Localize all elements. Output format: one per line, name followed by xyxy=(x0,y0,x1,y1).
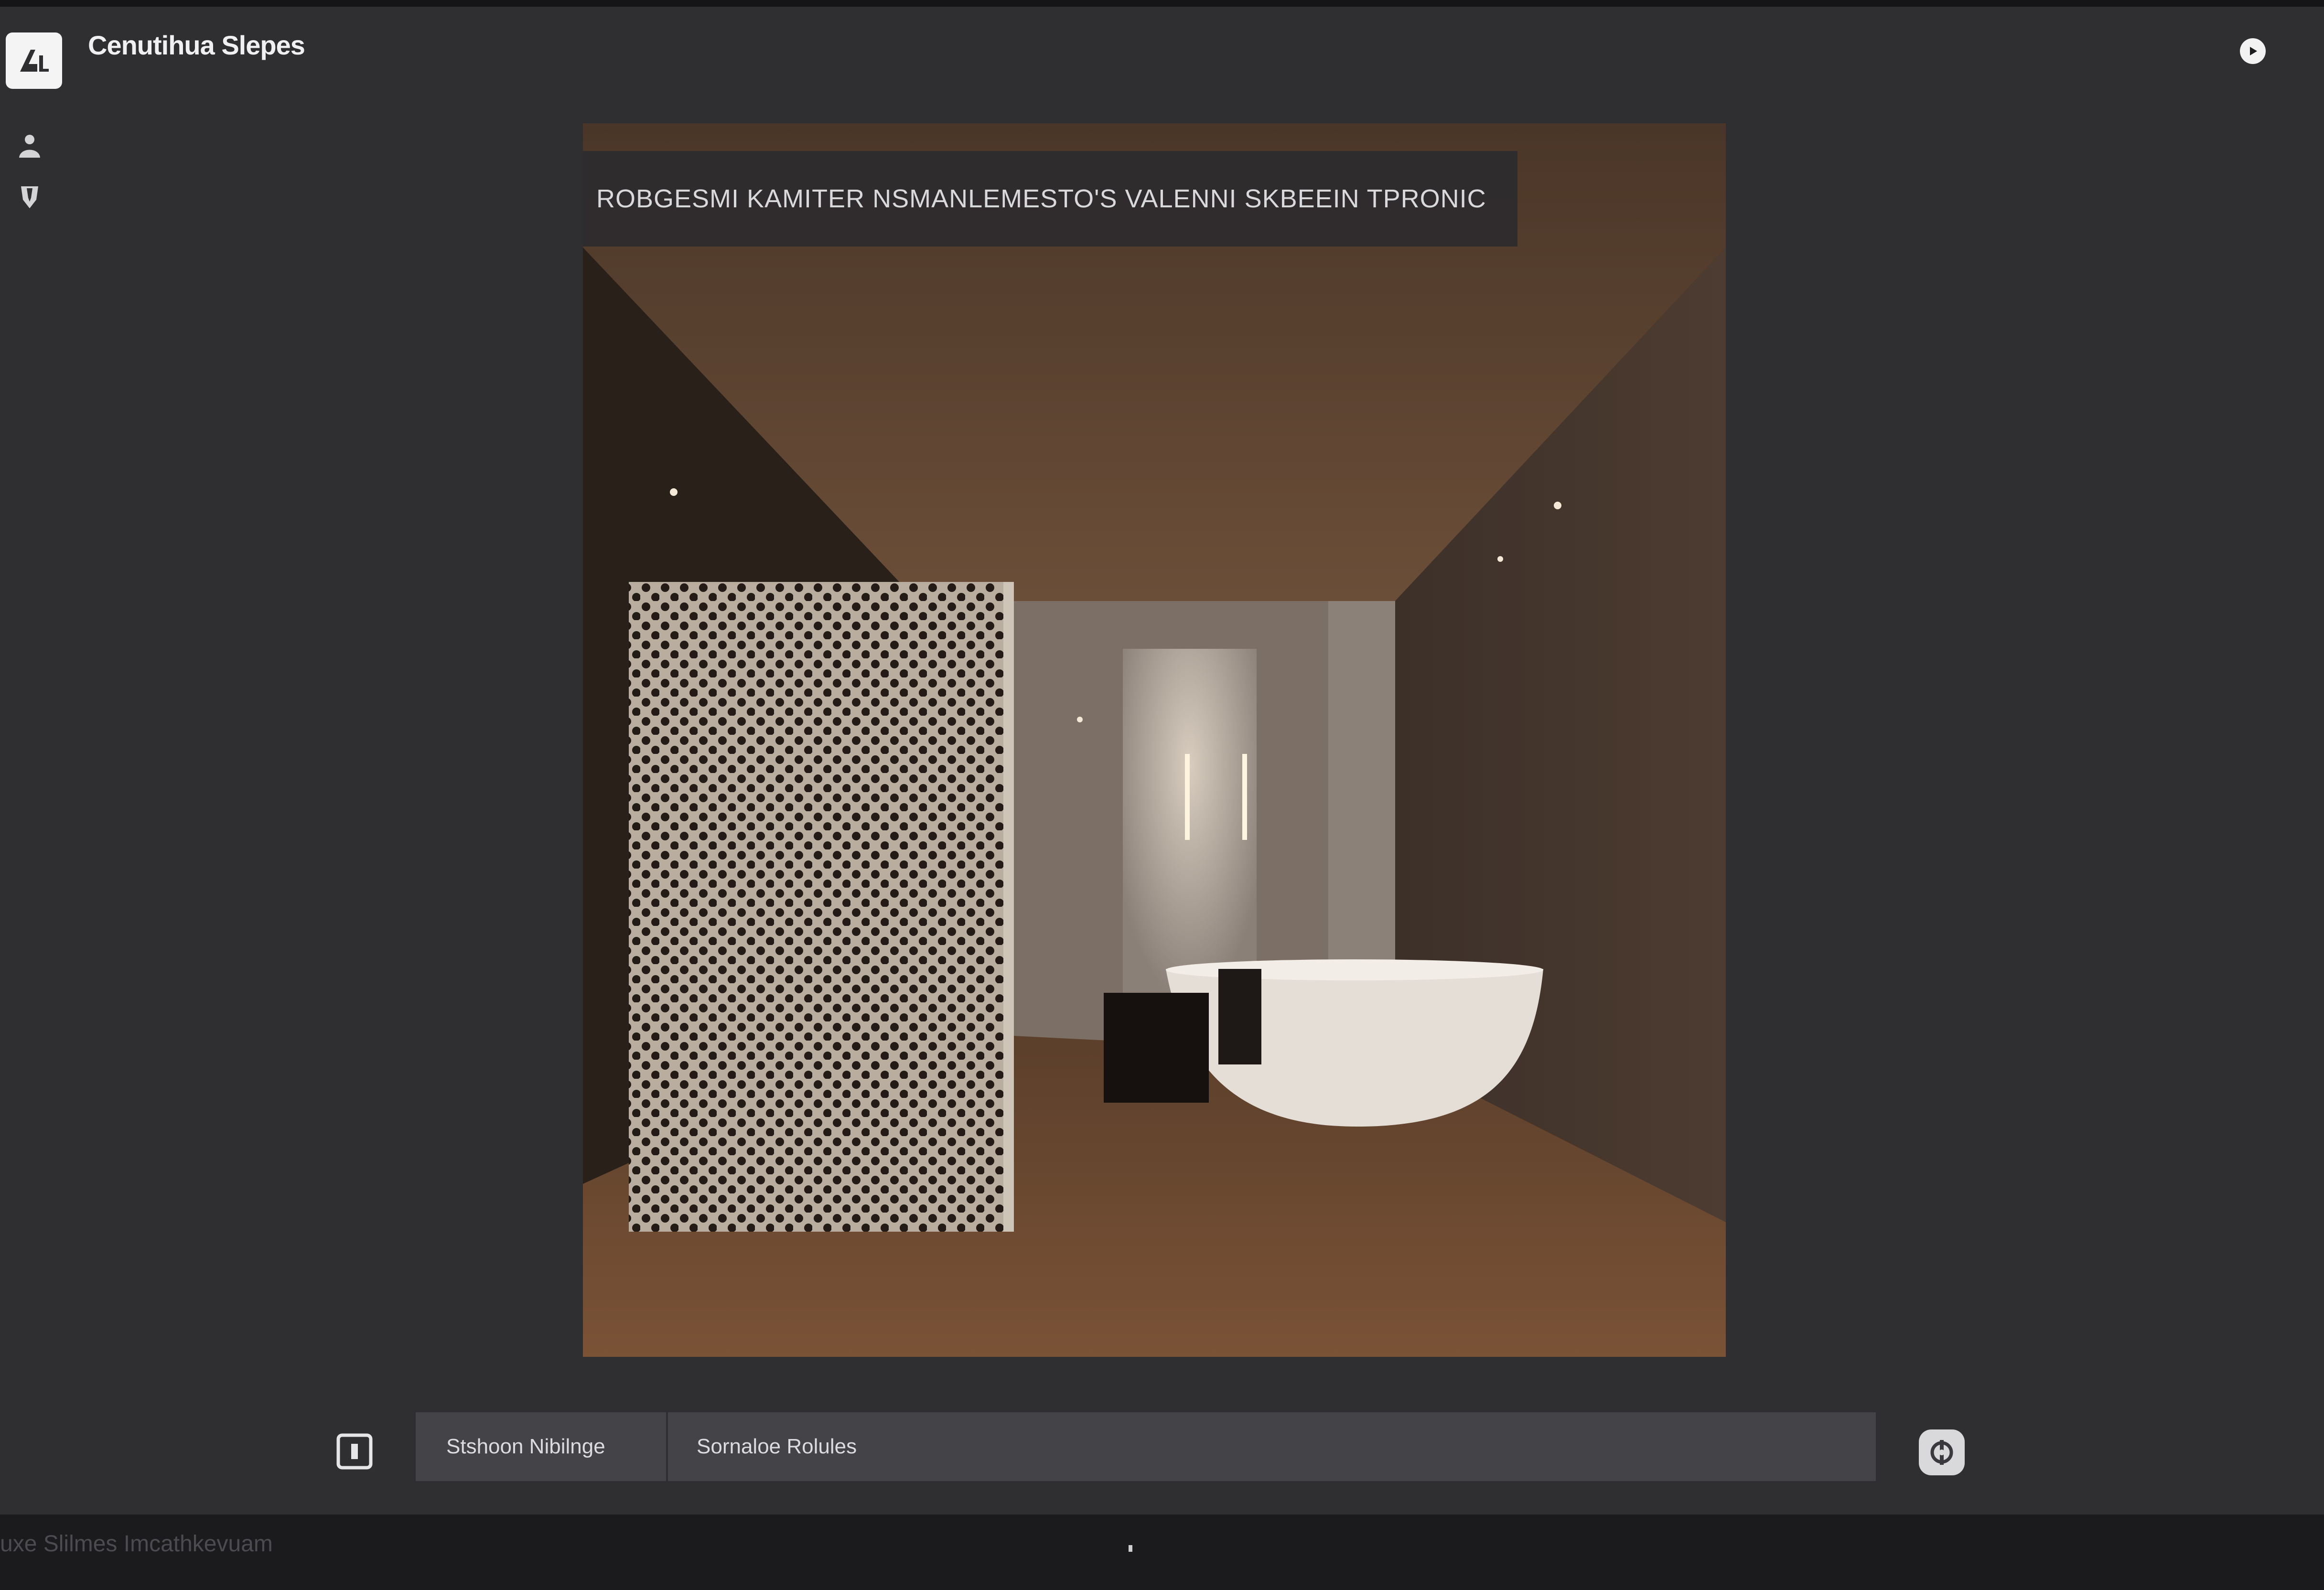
bottom-field-row: Stshoon Nibilnge Sornaloe Rolules xyxy=(416,1412,1876,1481)
app-logo-icon[interactable] xyxy=(6,32,62,89)
banner-text: ROBGESMI KAMITER NSMANLEMESTO'S VALENNI … xyxy=(596,184,1486,213)
secondary-field[interactable]: Sornaloe Rolules xyxy=(668,1412,1876,1481)
status-text: uxe Slilmes Imcathkevuam xyxy=(0,1531,273,1557)
primary-field[interactable]: Stshoon Nibilnge xyxy=(416,1412,668,1481)
shield-icon[interactable] xyxy=(14,182,45,212)
app-title: Cenutihua Slepes xyxy=(88,30,305,60)
image-caption-banner: ROBGESMI KAMITER NSMANLEMESTO'S VALENNI … xyxy=(583,151,1517,247)
cursor-icon xyxy=(1129,1545,1132,1552)
status-bar: uxe Slilmes Imcathkevuam xyxy=(0,1515,2324,1590)
settings-icon[interactable] xyxy=(1919,1429,1965,1475)
window-top-edge xyxy=(0,0,2324,7)
person-icon[interactable] xyxy=(14,130,45,161)
frame-icon[interactable] xyxy=(334,1431,375,1472)
play-icon[interactable] xyxy=(2240,38,2266,64)
image-viewer[interactable] xyxy=(583,123,1726,1357)
